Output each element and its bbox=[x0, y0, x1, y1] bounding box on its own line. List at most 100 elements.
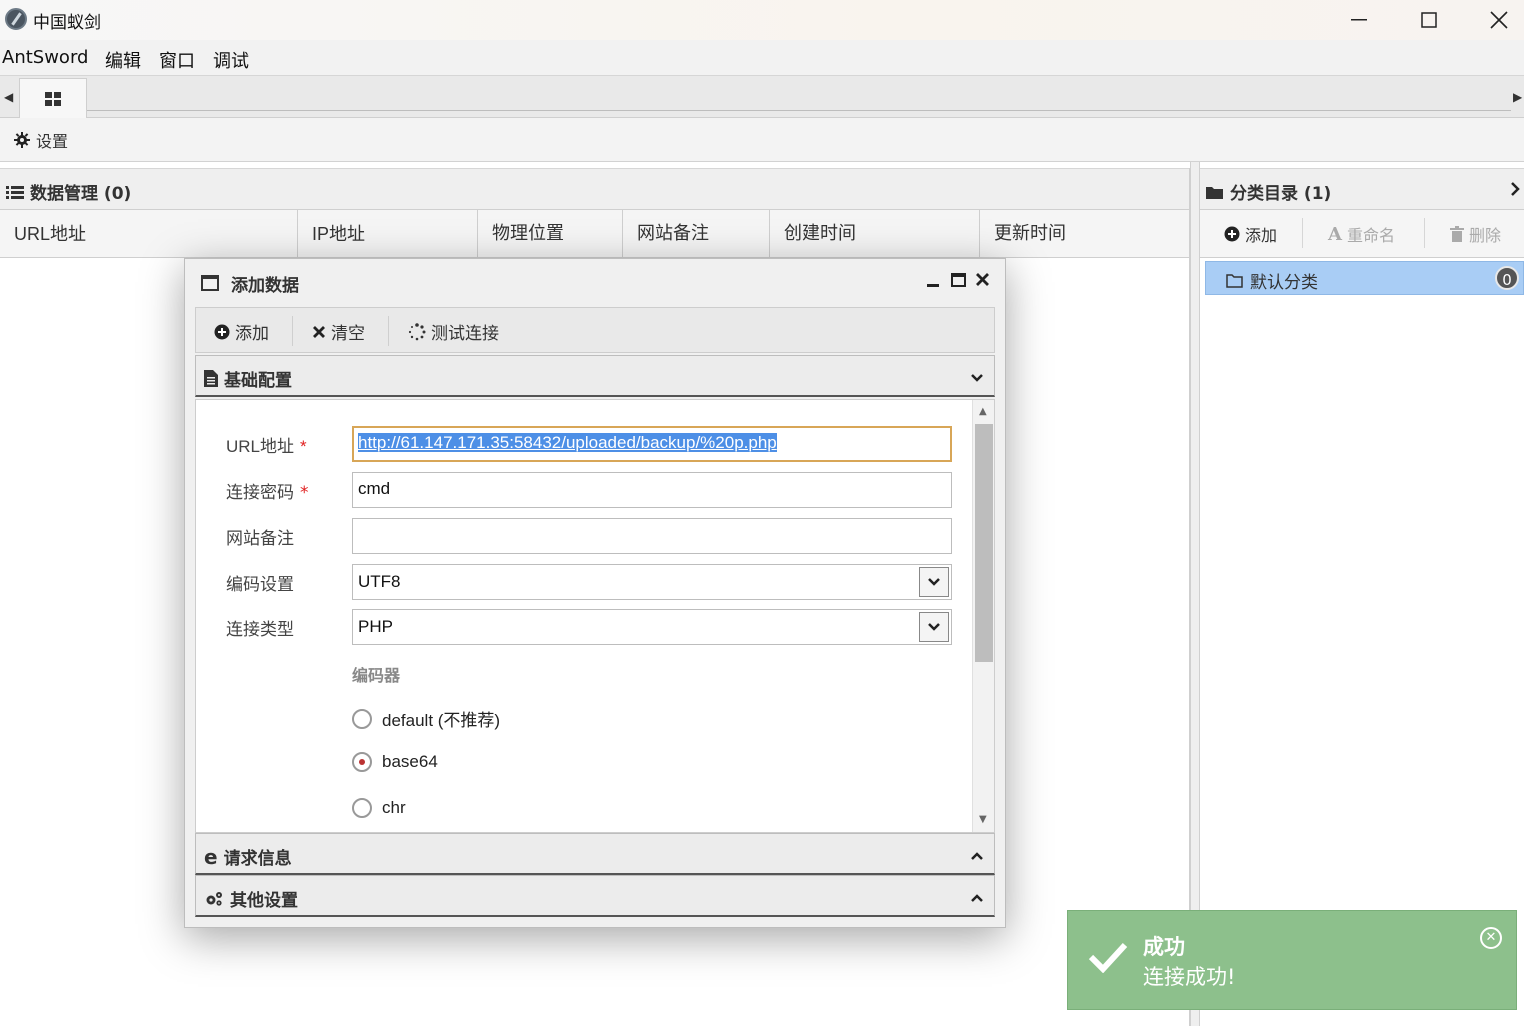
accordion-basic-title: 基础配置 bbox=[204, 366, 292, 391]
tab-scroll-right-icon[interactable]: ▶ bbox=[1513, 90, 1522, 104]
plus-circle-icon bbox=[1224, 226, 1240, 242]
encoding-select-value: UTF8 bbox=[358, 572, 401, 591]
add-data-dialog: 添加数据 添加 清空 测试连接 基础配置 URL地址 * http://61.1… bbox=[184, 258, 1006, 928]
url-input-value: http://61.147.171.35:58432/uploaded/back… bbox=[358, 433, 777, 452]
list-icon bbox=[6, 185, 24, 199]
scroll-up-icon[interactable]: ▲ bbox=[979, 406, 987, 417]
accordion-request-title: e 请求信息 bbox=[204, 844, 292, 870]
encoder-option-label: chr bbox=[382, 798, 406, 817]
connection-type-select[interactable]: PHP bbox=[352, 609, 952, 645]
encoder-option-base64[interactable]: base64 bbox=[352, 752, 438, 772]
column-updated[interactable]: 更新时间 bbox=[980, 210, 1190, 258]
category-panel-title-text: 分类目录 (1) bbox=[1230, 184, 1332, 204]
maximize-button[interactable] bbox=[1394, 0, 1464, 40]
toolbar-separator bbox=[1424, 218, 1425, 248]
collapse-panel-icon[interactable] bbox=[1510, 181, 1520, 201]
dialog-add-label: 添加 bbox=[235, 324, 269, 344]
menu-debug[interactable]: 调试 bbox=[213, 47, 249, 73]
dialog-test-connection-button[interactable]: 测试连接 bbox=[408, 319, 499, 344]
url-label-text: URL地址 bbox=[226, 437, 295, 456]
toolbar-separator bbox=[1302, 218, 1303, 248]
required-mark: * bbox=[300, 483, 309, 503]
category-rename-button[interactable]: A 重命名 bbox=[1328, 222, 1395, 246]
menu-edit[interactable]: 编辑 bbox=[105, 47, 141, 73]
tab-dashboard[interactable] bbox=[19, 78, 87, 118]
antsword-logo-icon bbox=[5, 8, 27, 30]
category-item-default[interactable]: 默认分类 0 bbox=[1205, 261, 1524, 295]
password-input[interactable]: cmd bbox=[352, 472, 952, 508]
url-input[interactable]: http://61.147.171.35:58432/uploaded/back… bbox=[352, 426, 952, 462]
accordion-basic-config[interactable]: 基础配置 bbox=[195, 355, 995, 397]
dialog-close-icon[interactable] bbox=[975, 271, 990, 292]
accordion-basic-label: 基础配置 bbox=[224, 371, 292, 391]
dialog-minimize-icon[interactable] bbox=[927, 271, 939, 292]
column-created[interactable]: 创建时间 bbox=[770, 210, 980, 258]
dialog-test-label: 测试连接 bbox=[431, 324, 499, 344]
encoding-label: 编码设置 bbox=[226, 575, 294, 595]
panel-splitter[interactable] bbox=[1190, 162, 1200, 1026]
chevron-down-icon bbox=[919, 567, 949, 597]
internet-explorer-icon: e bbox=[204, 844, 218, 869]
encoding-select[interactable]: UTF8 bbox=[352, 564, 952, 600]
dialog-clear-button[interactable]: 清空 bbox=[312, 319, 365, 344]
spinner-icon bbox=[408, 322, 426, 340]
dialog-toolbar: 添加 清空 测试连接 bbox=[195, 307, 995, 353]
dialog-title-bar[interactable]: 添加数据 bbox=[185, 259, 1005, 305]
chevron-down-icon bbox=[970, 368, 984, 387]
data-table-header: URL地址 IP地址 物理位置 网站备注 创建时间 更新时间 bbox=[0, 210, 1189, 258]
success-toast: 成功 连接成功! ✕ bbox=[1067, 910, 1517, 1010]
trash-icon bbox=[1450, 226, 1464, 242]
encoder-label: 编码器 bbox=[352, 666, 401, 685]
category-delete-button[interactable]: 删除 bbox=[1450, 222, 1501, 246]
column-ip[interactable]: IP地址 bbox=[298, 210, 478, 258]
settings-toolbar: 设置 bbox=[0, 118, 1524, 162]
encoder-option-default[interactable]: default (不推荐) bbox=[352, 706, 500, 731]
maximize-icon bbox=[1421, 12, 1437, 28]
column-note[interactable]: 网站备注 bbox=[623, 210, 770, 258]
accordion-other-settings[interactable]: 其他设置 bbox=[195, 875, 995, 917]
minimize-icon bbox=[1351, 19, 1367, 21]
encoder-option-chr[interactable]: chr bbox=[352, 798, 406, 818]
folder-icon bbox=[1206, 186, 1223, 199]
scrollbar-thumb[interactable] bbox=[975, 424, 993, 662]
dialog-title: 添加数据 bbox=[231, 276, 299, 296]
note-label: 网站备注 bbox=[226, 529, 294, 549]
category-add-button[interactable]: 添加 bbox=[1224, 222, 1277, 246]
toolbar-separator bbox=[388, 316, 389, 346]
accordion-other-title: 其他设置 bbox=[204, 886, 298, 911]
url-label: URL地址 * bbox=[226, 432, 307, 457]
required-mark: * bbox=[300, 437, 307, 456]
accordion-other-label: 其他设置 bbox=[230, 891, 298, 911]
password-label-text: 连接密码 bbox=[226, 483, 294, 503]
chevron-up-icon bbox=[970, 846, 984, 865]
data-panel-title: 数据管理 (0) bbox=[6, 179, 131, 204]
toast-close-icon[interactable]: ✕ bbox=[1480, 927, 1502, 949]
minimize-button[interactable] bbox=[1324, 0, 1394, 40]
menu-bar: AntSword 编辑 窗口 调试 bbox=[0, 40, 1524, 76]
column-location[interactable]: 物理位置 bbox=[478, 210, 623, 258]
close-window-button[interactable] bbox=[1464, 0, 1524, 40]
settings-button[interactable]: 设置 bbox=[14, 128, 68, 152]
note-input[interactable] bbox=[352, 518, 952, 554]
folder-open-icon bbox=[1226, 274, 1243, 288]
category-panel-header: 分类目录 (1) bbox=[1200, 168, 1524, 210]
menu-antsword[interactable]: AntSword bbox=[2, 47, 88, 68]
menu-window[interactable]: 窗口 bbox=[159, 47, 195, 73]
category-item-label: 默认分类 bbox=[1226, 268, 1318, 293]
form-scrollbar[interactable]: ▲ ▼ bbox=[972, 400, 994, 832]
window-title: 中国蚁剑 bbox=[33, 13, 101, 33]
close-icon bbox=[1490, 11, 1508, 29]
title-bar: 中国蚁剑 bbox=[0, 0, 1524, 40]
radio-button[interactable] bbox=[352, 798, 372, 818]
password-label: 连接密码 * bbox=[226, 478, 309, 503]
radio-button[interactable] bbox=[352, 708, 372, 729]
chevron-down-icon bbox=[919, 612, 949, 642]
dialog-add-button[interactable]: 添加 bbox=[214, 319, 269, 344]
tab-scroll-left-icon[interactable]: ◀ bbox=[4, 90, 13, 104]
category-rename-label: 重命名 bbox=[1346, 226, 1395, 245]
accordion-request-info[interactable]: e 请求信息 bbox=[195, 833, 995, 875]
dialog-maximize-icon[interactable] bbox=[951, 271, 966, 292]
scroll-down-icon[interactable]: ▼ bbox=[979, 814, 987, 825]
column-url[interactable]: URL地址 bbox=[0, 210, 298, 258]
radio-button-selected[interactable] bbox=[352, 752, 372, 772]
